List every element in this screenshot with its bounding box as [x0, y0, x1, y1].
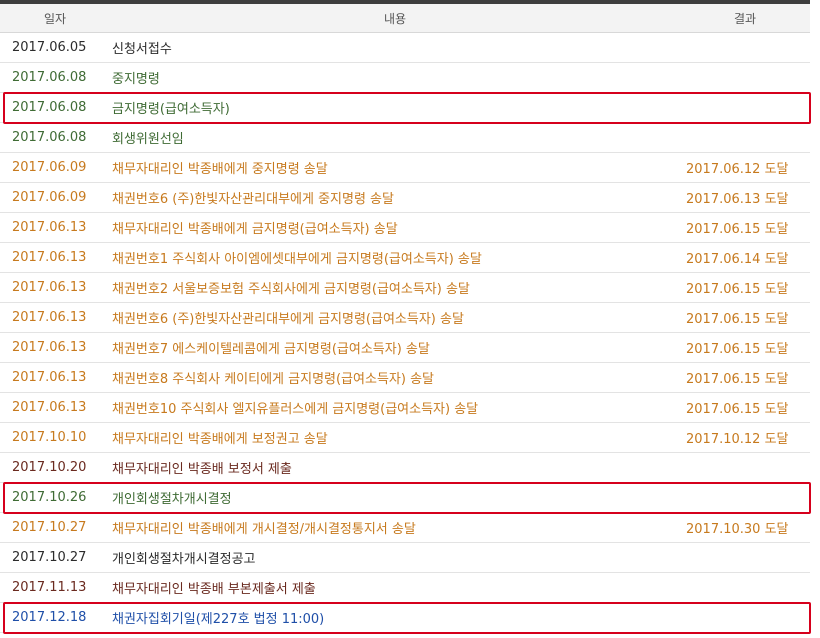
result-cell: 2017.10.30 도달 — [680, 512, 810, 543]
date-cell: 2017.06.13 — [0, 242, 110, 273]
date-cell: 2017.06.13 — [0, 212, 110, 243]
result-cell: 2017.06.15 도달 — [680, 392, 810, 423]
table-body: 2017.06.05 신청서접수 2017.06.08 중지명령 2017.06.08 금… — [0, 32, 810, 633]
date-cell: 2017.06.08 — [0, 92, 110, 123]
content-cell: 채무자대리인 박종배에게 금지명령(급여소득자) 송달 — [110, 212, 680, 243]
result-cell — [680, 482, 810, 513]
result-cell: 2017.06.13 도달 — [680, 182, 810, 213]
content-cell: 채무자대리인 박종배에게 개시결정/개시결정통지서 송달 — [110, 512, 680, 543]
content-cell: 개인회생절차개시결정공고 — [110, 542, 680, 573]
content-cell: 채권번호6 (주)한빛자산관리대부에게 중지명령 송달 — [110, 182, 680, 213]
table-row: 2017.06.13 채권번호6 (주)한빛자산관리대부에게 금지명령(급여소득자… — [0, 302, 810, 333]
content-cell: 채권번호7 에스케이텔레콤에게 금지명령(급여소득자) 송달 — [110, 332, 680, 363]
highlighted-table-row: 2017.06.08 금지명령(급여소득자) — [0, 92, 810, 123]
result-cell — [680, 122, 810, 153]
result-cell: 2017.06.12 도달 — [680, 152, 810, 183]
date-cell: 2017.06.08 — [0, 62, 110, 93]
content-cell: 채권번호2 서울보증보험 주식회사에게 금지명령(급여소득자) 송달 — [110, 272, 680, 303]
table-row: 2017.06.09 채무자대리인 박종배에게 중지명령 송달 2017.06.12… — [0, 152, 810, 183]
table-row: 2017.10.27 개인회생절차개시결정공고 — [0, 542, 810, 573]
content-cell: 채무자대리인 박종배에게 보정권고 송달 — [110, 422, 680, 453]
highlighted-table-row: 2017.12.18 채권자집회기일(제227호 법정 11:00) — [0, 602, 810, 633]
table-row: 2017.06.13 채권번호2 서울보증보험 주식회사에게 금지명령(급여소득자… — [0, 272, 810, 303]
date-cell: 2017.06.09 — [0, 152, 110, 183]
content-cell: 채권번호1 주식회사 아이엠에셋대부에게 금지명령(급여소득자) 송달 — [110, 242, 680, 273]
table-row: 2017.06.13 채권번호7 에스케이텔레콤에게 금지명령(급여소득자) 송달… — [0, 332, 810, 363]
date-cell: 2017.06.05 — [0, 32, 110, 63]
table-header: 일자 내용 결과 — [0, 4, 810, 33]
result-cell — [680, 92, 810, 123]
result-cell: 2017.06.15 도달 — [680, 332, 810, 363]
date-cell: 2017.06.13 — [0, 302, 110, 333]
date-cell: 2017.11.13 — [0, 572, 110, 603]
content-cell: 채권번호6 (주)한빛자산관리대부에게 금지명령(급여소득자) 송달 — [110, 302, 680, 333]
result-cell — [680, 32, 810, 63]
table-row: 2017.11.13 채무자대리인 박종배 부본제출서 제출 — [0, 572, 810, 603]
date-cell: 2017.10.27 — [0, 542, 110, 573]
table-row: 2017.06.09 채권번호6 (주)한빛자산관리대부에게 중지명령 송달 201… — [0, 182, 810, 213]
content-column-header: 내용 — [110, 4, 680, 33]
table-row: 2017.06.13 채권번호10 주식회사 엘지유플러스에게 금지명령(급여소득… — [0, 392, 810, 423]
table-row: 2017.10.20 채무자대리인 박종배 보정서 제출 — [0, 452, 810, 483]
table-row: 2017.06.13 채무자대리인 박종배에게 금지명령(급여소득자) 송달 201… — [0, 212, 810, 243]
case-progress-panel: 일자 내용 결과 2017.06.05 신청서접수 2017.06.08 중지명령 20… — [0, 0, 820, 638]
content-cell: 채권번호8 주식회사 케이티에게 금지명령(급여소득자) 송달 — [110, 362, 680, 393]
result-cell: 2017.06.15 도달 — [680, 362, 810, 393]
result-cell — [680, 572, 810, 603]
table-row: 2017.06.13 채권번호8 주식회사 케이티에게 금지명령(급여소득자) 송… — [0, 362, 810, 393]
result-cell: 2017.06.15 도달 — [680, 302, 810, 333]
date-cell: 2017.12.18 — [0, 602, 110, 633]
table-row: 2017.06.13 채권번호1 주식회사 아이엠에셋대부에게 금지명령(급여소득… — [0, 242, 810, 273]
highlighted-table-row: 2017.10.26 개인회생절차개시결정 — [0, 482, 810, 513]
content-cell: 채권번호10 주식회사 엘지유플러스에게 금지명령(급여소득자) 송달 — [110, 392, 680, 423]
result-cell — [680, 62, 810, 93]
header-row: 일자 내용 결과 — [0, 4, 810, 33]
result-column-header: 결과 — [680, 4, 810, 33]
result-cell — [680, 542, 810, 573]
result-cell: 2017.06.15 도달 — [680, 272, 810, 303]
content-cell: 중지명령 — [110, 62, 680, 93]
table-row: 2017.10.27 채무자대리인 박종배에게 개시결정/개시결정통지서 송달 20… — [0, 512, 810, 543]
table-row: 2017.06.05 신청서접수 — [0, 32, 810, 63]
result-cell — [680, 452, 810, 483]
content-cell: 채무자대리인 박종배 보정서 제출 — [110, 452, 680, 483]
result-cell: 2017.06.14 도달 — [680, 242, 810, 273]
case-progress-table: 일자 내용 결과 2017.06.05 신청서접수 2017.06.08 중지명령 20… — [0, 4, 810, 633]
date-cell: 2017.06.08 — [0, 122, 110, 153]
date-cell: 2017.06.13 — [0, 392, 110, 423]
result-cell: 2017.10.12 도달 — [680, 422, 810, 453]
date-cell: 2017.06.09 — [0, 182, 110, 213]
date-cell: 2017.06.13 — [0, 272, 110, 303]
content-cell: 채무자대리인 박종배에게 중지명령 송달 — [110, 152, 680, 183]
table-row: 2017.06.08 회생위원선임 — [0, 122, 810, 153]
content-cell: 신청서접수 — [110, 32, 680, 63]
date-cell: 2017.06.13 — [0, 362, 110, 393]
date-cell: 2017.10.10 — [0, 422, 110, 453]
date-cell: 2017.10.26 — [0, 482, 110, 513]
content-cell: 채무자대리인 박종배 부본제출서 제출 — [110, 572, 680, 603]
date-cell: 2017.10.20 — [0, 452, 110, 483]
result-cell — [680, 602, 810, 633]
date-cell: 2017.06.13 — [0, 332, 110, 363]
content-cell: 개인회생절차개시결정 — [110, 482, 680, 513]
date-column-header: 일자 — [0, 4, 110, 33]
table-row: 2017.10.10 채무자대리인 박종배에게 보정권고 송달 2017.10.12… — [0, 422, 810, 453]
table-row: 2017.06.08 중지명령 — [0, 62, 810, 93]
content-cell: 채권자집회기일(제227호 법정 11:00) — [110, 602, 680, 633]
content-cell: 금지명령(급여소득자) — [110, 92, 680, 123]
result-cell: 2017.06.15 도달 — [680, 212, 810, 243]
date-cell: 2017.10.27 — [0, 512, 110, 543]
content-cell: 회생위원선임 — [110, 122, 680, 153]
